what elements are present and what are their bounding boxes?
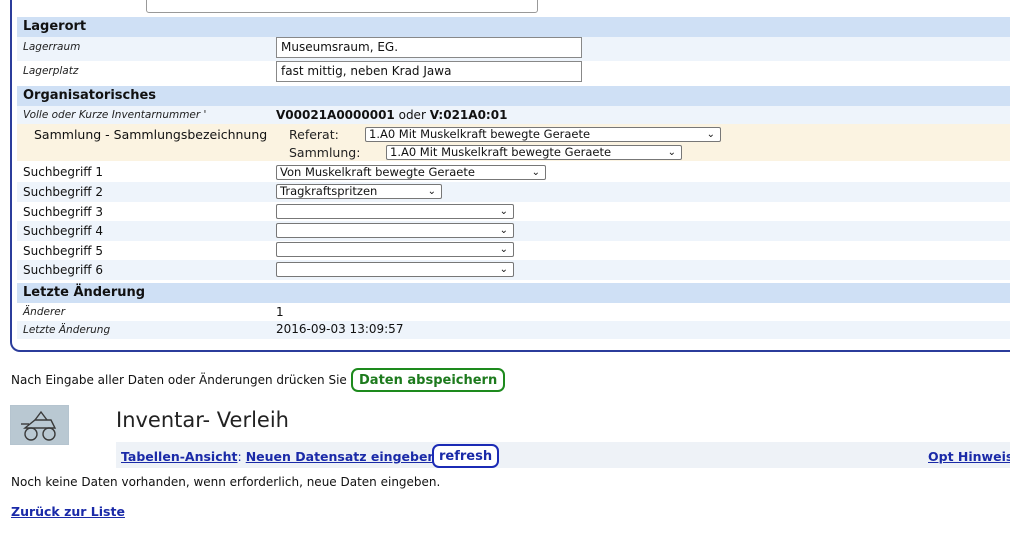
suchbegriff-3-label: Suchbegriff 3 bbox=[23, 205, 104, 219]
chevron-down-icon: ⌄ bbox=[499, 225, 508, 236]
lagerplatz-input[interactable]: fast mittig, neben Krad Jawa bbox=[276, 61, 582, 82]
save-button[interactable]: Daten abspeichern bbox=[351, 368, 506, 392]
section-organisatorisches-heading: Organisatorisches bbox=[17, 86, 1010, 106]
chevron-down-icon: ⌄ bbox=[499, 206, 508, 217]
referat-select[interactable]: 1.A0 Mit Muskelkraft bewegte Geraete ⌄ bbox=[365, 127, 721, 142]
suchbegriff-2-label: Suchbegriff 2 bbox=[23, 185, 104, 199]
verleih-title: Inventar- Verleih bbox=[116, 408, 289, 432]
inventar-short: V:021A0:01 bbox=[429, 108, 508, 122]
section-letzte-aenderung-heading: Letzte Änderung bbox=[17, 283, 1010, 303]
sammlung-field-label: Sammlung: bbox=[289, 145, 361, 160]
section-lagerort-heading: Lagerort bbox=[17, 17, 1010, 37]
suchbegriff-4-label: Suchbegriff 4 bbox=[23, 224, 104, 238]
opt-hinweise-link-wrap: Opt Hinweise bbox=[928, 449, 1010, 464]
referat-select-value: 1.A0 Mit Muskelkraft bewegte Geraete bbox=[369, 127, 591, 141]
zurueck-zur-liste-link[interactable]: Zurück zur Liste bbox=[11, 504, 125, 519]
row-aenderer bbox=[17, 303, 1010, 321]
lagerplatz-label: Lagerplatz bbox=[23, 65, 79, 77]
empty-data-text: Noch keine Daten vorhanden, wenn erforde… bbox=[11, 475, 441, 489]
suchbegriff-4-select[interactable]: ⌄ bbox=[276, 223, 514, 238]
chevron-down-icon: ⌄ bbox=[427, 186, 436, 197]
refresh-button[interactable]: refresh bbox=[432, 444, 500, 468]
row-letzte-aenderung bbox=[17, 321, 1010, 339]
letzte-aenderung-label: Letzte Änderung bbox=[23, 324, 111, 336]
aenderer-value: 1 bbox=[276, 305, 284, 319]
letzte-aenderung-value: 2016-09-03 13:09:57 bbox=[276, 322, 404, 336]
chevron-down-icon: ⌄ bbox=[531, 167, 540, 178]
lagerraum-label: Lagerraum bbox=[23, 41, 81, 53]
chevron-down-icon: ⌄ bbox=[706, 129, 715, 140]
suchbegriff-5-label: Suchbegriff 5 bbox=[23, 244, 104, 258]
suchbegriff-3-select[interactable]: ⌄ bbox=[276, 204, 514, 219]
lagerraum-input[interactable]: Museumsraum, EG. bbox=[276, 37, 582, 58]
chevron-down-icon: ⌄ bbox=[667, 147, 676, 158]
referat-label: Referat: bbox=[289, 127, 339, 142]
chevron-down-icon: ⌄ bbox=[499, 244, 508, 255]
aenderer-label: Änderer bbox=[23, 306, 66, 318]
inventar-label: Volle oder Kurze Inventarnummer ' bbox=[23, 109, 207, 121]
inventar-full: V00021A0000001 bbox=[276, 108, 395, 122]
chevron-down-icon: ⌄ bbox=[499, 264, 508, 275]
suchbegriff-6-label: Suchbegriff 6 bbox=[23, 263, 104, 277]
tabellen-ansicht-link[interactable]: Tabellen-Ansicht bbox=[121, 449, 238, 464]
suchbegriff-6-select[interactable]: ⌄ bbox=[276, 262, 514, 277]
inventar-value: V00021A0000001 oder V:021A0:01 bbox=[276, 108, 507, 122]
suchbegriff-2-value: Tragkraftspritzen bbox=[280, 184, 378, 198]
sammlung-label: Sammlung - Sammlungsbezeichnung bbox=[34, 127, 268, 142]
back-link-wrap: Zurück zur Liste bbox=[11, 504, 125, 519]
verleih-colon: : bbox=[237, 449, 242, 464]
sammlung-select[interactable]: 1.A0 Mit Muskelkraft bewegte Geraete ⌄ bbox=[386, 145, 682, 160]
sammlung-select-value: 1.A0 Mit Muskelkraft bewegte Geraete bbox=[390, 145, 612, 159]
partial-top-input[interactable] bbox=[146, 0, 538, 13]
suchbegriff-5-select[interactable]: ⌄ bbox=[276, 242, 514, 257]
inventar-or: oder bbox=[394, 108, 430, 122]
row-suchbegriff-2 bbox=[17, 182, 1010, 202]
suchbegriff-1-label: Suchbegriff 1 bbox=[23, 165, 104, 179]
verleih-thumbnail-image bbox=[10, 405, 69, 445]
save-hint-text: Nach Eingabe aller Daten oder Änderungen… bbox=[11, 373, 347, 387]
suchbegriff-2-select[interactable]: Tragkraftspritzen ⌄ bbox=[276, 184, 442, 199]
suchbegriff-1-value: Von Muskelkraft bewegte Geraete bbox=[280, 165, 475, 179]
neuer-datensatz-link[interactable]: Neuen Datensatz eingeben bbox=[246, 449, 437, 464]
suchbegriff-1-select[interactable]: Von Muskelkraft bewegte Geraete ⌄ bbox=[276, 165, 546, 180]
verleih-links: Tabellen-Ansicht: Neuen Datensatz eingeb… bbox=[121, 449, 436, 464]
opt-hinweise-link[interactable]: Opt Hinweise bbox=[928, 449, 1010, 464]
